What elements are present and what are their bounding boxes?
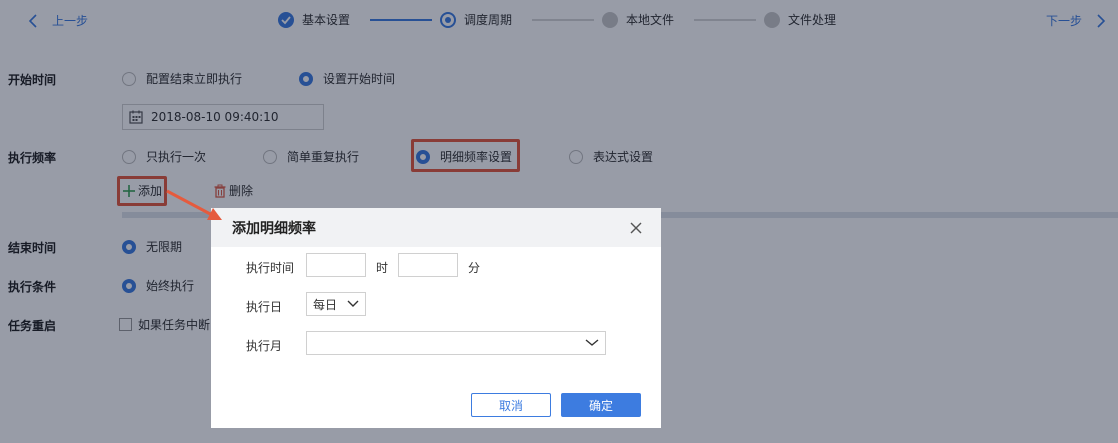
annotation-arrow: [166, 189, 222, 220]
page: 上一步 基本设置 调度周期 本地文件 文件处理 下一步 开始时间 配置结束立即执…: [0, 0, 1118, 443]
